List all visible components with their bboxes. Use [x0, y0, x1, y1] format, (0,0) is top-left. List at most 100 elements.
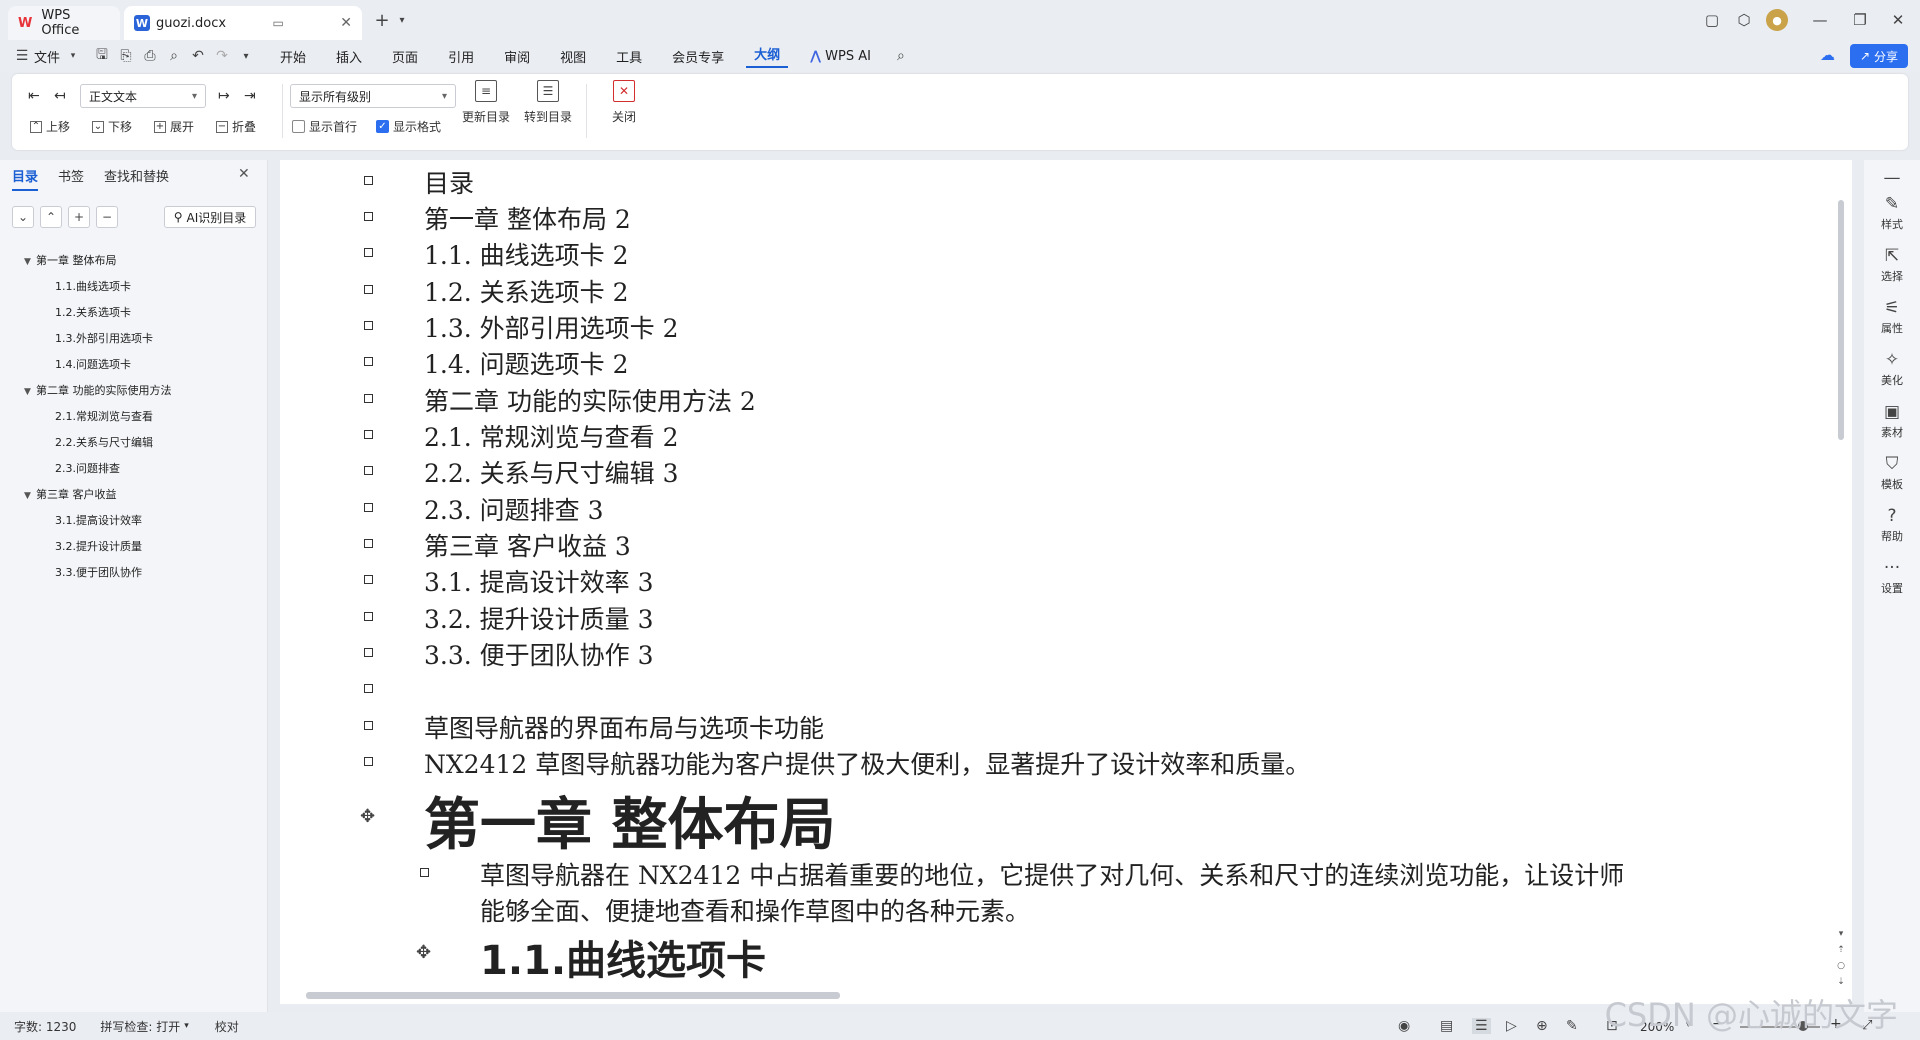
toc-item[interactable]: 3.3.便于团队协作: [55, 564, 142, 580]
toc-item[interactable]: 2.3.问题排查: [55, 460, 120, 476]
collapse-sidebar-icon[interactable]: —: [1864, 168, 1920, 190]
outline-bullet[interactable]: [364, 212, 373, 221]
promote-icon[interactable]: ↤: [54, 88, 66, 104]
proofread-button[interactable]: 校对: [215, 1018, 239, 1035]
tab-list-chevron-icon[interactable]: ▾: [392, 10, 412, 30]
save-icon[interactable]: 🖫: [90, 44, 114, 68]
toc-item[interactable]: 1.2.关系选项卡: [55, 304, 131, 320]
tab-find-replace[interactable]: 查找和替换: [104, 166, 169, 185]
toc-item[interactable]: ▼ 第三章 客户收益: [24, 486, 117, 502]
outline-bullet[interactable]: [364, 466, 373, 475]
sidebar-settings[interactable]: ··· 设置: [1864, 558, 1920, 596]
search-icon[interactable]: ⌕: [889, 48, 913, 64]
outline-bullet[interactable]: [364, 503, 373, 512]
outline-bullet[interactable]: [364, 248, 373, 257]
outline-bullet[interactable]: [364, 285, 373, 294]
toc-item[interactable]: ▼ 第二章 功能的实际使用方法: [24, 382, 172, 398]
spell-check-status[interactable]: 拼写检查: 打开: [100, 1018, 180, 1035]
promote-to-heading1-icon[interactable]: ⇤: [28, 88, 40, 104]
avatar[interactable]: ●: [1766, 9, 1788, 31]
page-nav-icons[interactable]: ▾ ⇡ ○ ⇣: [1834, 926, 1848, 990]
close-tab-icon[interactable]: ✕: [340, 15, 352, 31]
move-handle-icon[interactable]: ✥: [360, 806, 375, 827]
menu-wps-ai[interactable]: WPS AI: [821, 49, 879, 64]
expand-button[interactable]: + 展开: [154, 118, 194, 135]
update-toc-button[interactable]: ≡ 更新目录: [458, 80, 514, 125]
demote-icon[interactable]: ↦: [218, 88, 230, 104]
toc-item[interactable]: 3.1.提高设计效率: [55, 512, 142, 528]
menu-review[interactable]: 审阅: [496, 47, 538, 66]
outline-view-icon[interactable]: ☰: [1472, 1018, 1491, 1034]
outline-bullet[interactable]: [420, 868, 429, 877]
menu-start[interactable]: 开始: [272, 47, 314, 66]
move-down-button[interactable]: ⌄ 下移: [92, 118, 132, 135]
expand-all-button[interactable]: ⌄: [12, 206, 34, 228]
outline-bullet[interactable]: [364, 430, 373, 439]
tab-wps-home[interactable]: W WPS Office: [8, 6, 120, 40]
collapse-all-button[interactable]: ⌃: [40, 206, 62, 228]
outline-bullet[interactable]: [364, 394, 373, 403]
move-handle-icon[interactable]: ✥: [416, 942, 431, 963]
outline-bullet[interactable]: [364, 539, 373, 548]
sidebar-beautify[interactable]: ✧ 美化: [1864, 350, 1920, 388]
toc-item[interactable]: 2.2.关系与尺寸编辑: [55, 434, 153, 450]
web-view-icon[interactable]: ⊕: [1536, 1018, 1548, 1034]
menu-outline[interactable]: 大纲: [746, 44, 789, 68]
share-button[interactable]: ↗ 分享: [1850, 44, 1908, 68]
outline-bullet[interactable]: [364, 684, 373, 693]
eye-icon[interactable]: ◉: [1398, 1018, 1410, 1034]
more-chevron-icon[interactable]: ▾: [234, 51, 258, 62]
ai-recognize-toc-button[interactable]: ⚲ AI识别目录: [164, 206, 256, 228]
vertical-scrollbar[interactable]: [1838, 200, 1844, 440]
cloud-upload-icon[interactable]: ☁: [1820, 46, 1835, 64]
outline-bullet[interactable]: [364, 575, 373, 584]
print-preview-icon[interactable]: ⌕: [162, 48, 186, 64]
collapse-button[interactable]: − 折叠: [216, 118, 256, 135]
sidebar-style[interactable]: ✎ 样式: [1864, 194, 1920, 232]
horizontal-scrollbar[interactable]: [306, 992, 840, 999]
word-count[interactable]: 字数: 1230: [14, 1018, 76, 1035]
print-icon[interactable]: ⎙: [138, 48, 162, 64]
move-up-button[interactable]: ⌃ 上移: [30, 118, 70, 135]
outline-bullet[interactable]: [364, 176, 373, 185]
outline-bullet[interactable]: [364, 321, 373, 330]
toc-item[interactable]: 1.3.外部引用选项卡: [55, 330, 153, 346]
show-level-select[interactable]: 显示所有级别 ▾: [290, 84, 456, 108]
toc-item[interactable]: ▼ 第一章 整体布局: [24, 252, 117, 268]
minimize-icon[interactable]: —: [1810, 10, 1830, 30]
menu-insert[interactable]: 插入: [328, 47, 370, 66]
tab-document[interactable]: W guozi.docx ▭ ✕: [124, 6, 362, 40]
remove-heading-button[interactable]: −: [96, 206, 118, 228]
menu-reference[interactable]: 引用: [440, 47, 482, 66]
new-tab-button[interactable]: +: [372, 10, 392, 31]
hamburger-icon[interactable]: ☰: [10, 48, 34, 64]
document-canvas[interactable]: 目录 第一章 整体布局 2 1.1. 曲线选项卡 2 1.2. 关系选项卡 2 …: [280, 160, 1852, 1004]
export-icon[interactable]: ⎘: [114, 48, 138, 64]
window-layout-icon[interactable]: ▢: [1702, 10, 1722, 30]
menu-member[interactable]: 会员专享: [664, 47, 732, 66]
tab-toc[interactable]: 目录: [12, 166, 39, 191]
toc-item[interactable]: 1.4.问题选项卡: [55, 356, 131, 372]
show-first-line-checkbox[interactable]: 显示首行: [292, 118, 357, 135]
sidebar-materials[interactable]: ▣ 素材: [1864, 402, 1920, 440]
menu-view[interactable]: 视图: [552, 47, 594, 66]
tab-bookmarks[interactable]: 书签: [58, 166, 84, 185]
outline-bullet[interactable]: [364, 357, 373, 366]
outline-bullet[interactable]: [364, 612, 373, 621]
menu-tools[interactable]: 工具: [608, 47, 650, 66]
close-window-icon[interactable]: ✕: [1888, 10, 1908, 30]
menu-page[interactable]: 页面: [384, 47, 426, 66]
edit-mode-icon[interactable]: ✎: [1566, 1018, 1578, 1034]
page-view-icon[interactable]: ▤: [1440, 1018, 1453, 1034]
goto-toc-button[interactable]: ☰ 转到目录: [520, 80, 576, 125]
outline-bullet[interactable]: [364, 721, 373, 730]
outline-level-select[interactable]: 正文文本 ▾: [80, 84, 206, 108]
show-format-checkbox[interactable]: ✓ 显示格式: [376, 118, 441, 135]
restore-icon[interactable]: ❐: [1850, 10, 1870, 30]
add-heading-button[interactable]: +: [68, 206, 90, 228]
outline-bullet[interactable]: [364, 757, 373, 766]
cube-icon[interactable]: ⬡: [1734, 10, 1754, 30]
toc-item[interactable]: 3.2.提升设计质量: [55, 538, 142, 554]
toc-item[interactable]: 1.1.曲线选项卡: [55, 278, 131, 294]
toc-item[interactable]: 2.1.常规浏览与查看: [55, 408, 153, 424]
